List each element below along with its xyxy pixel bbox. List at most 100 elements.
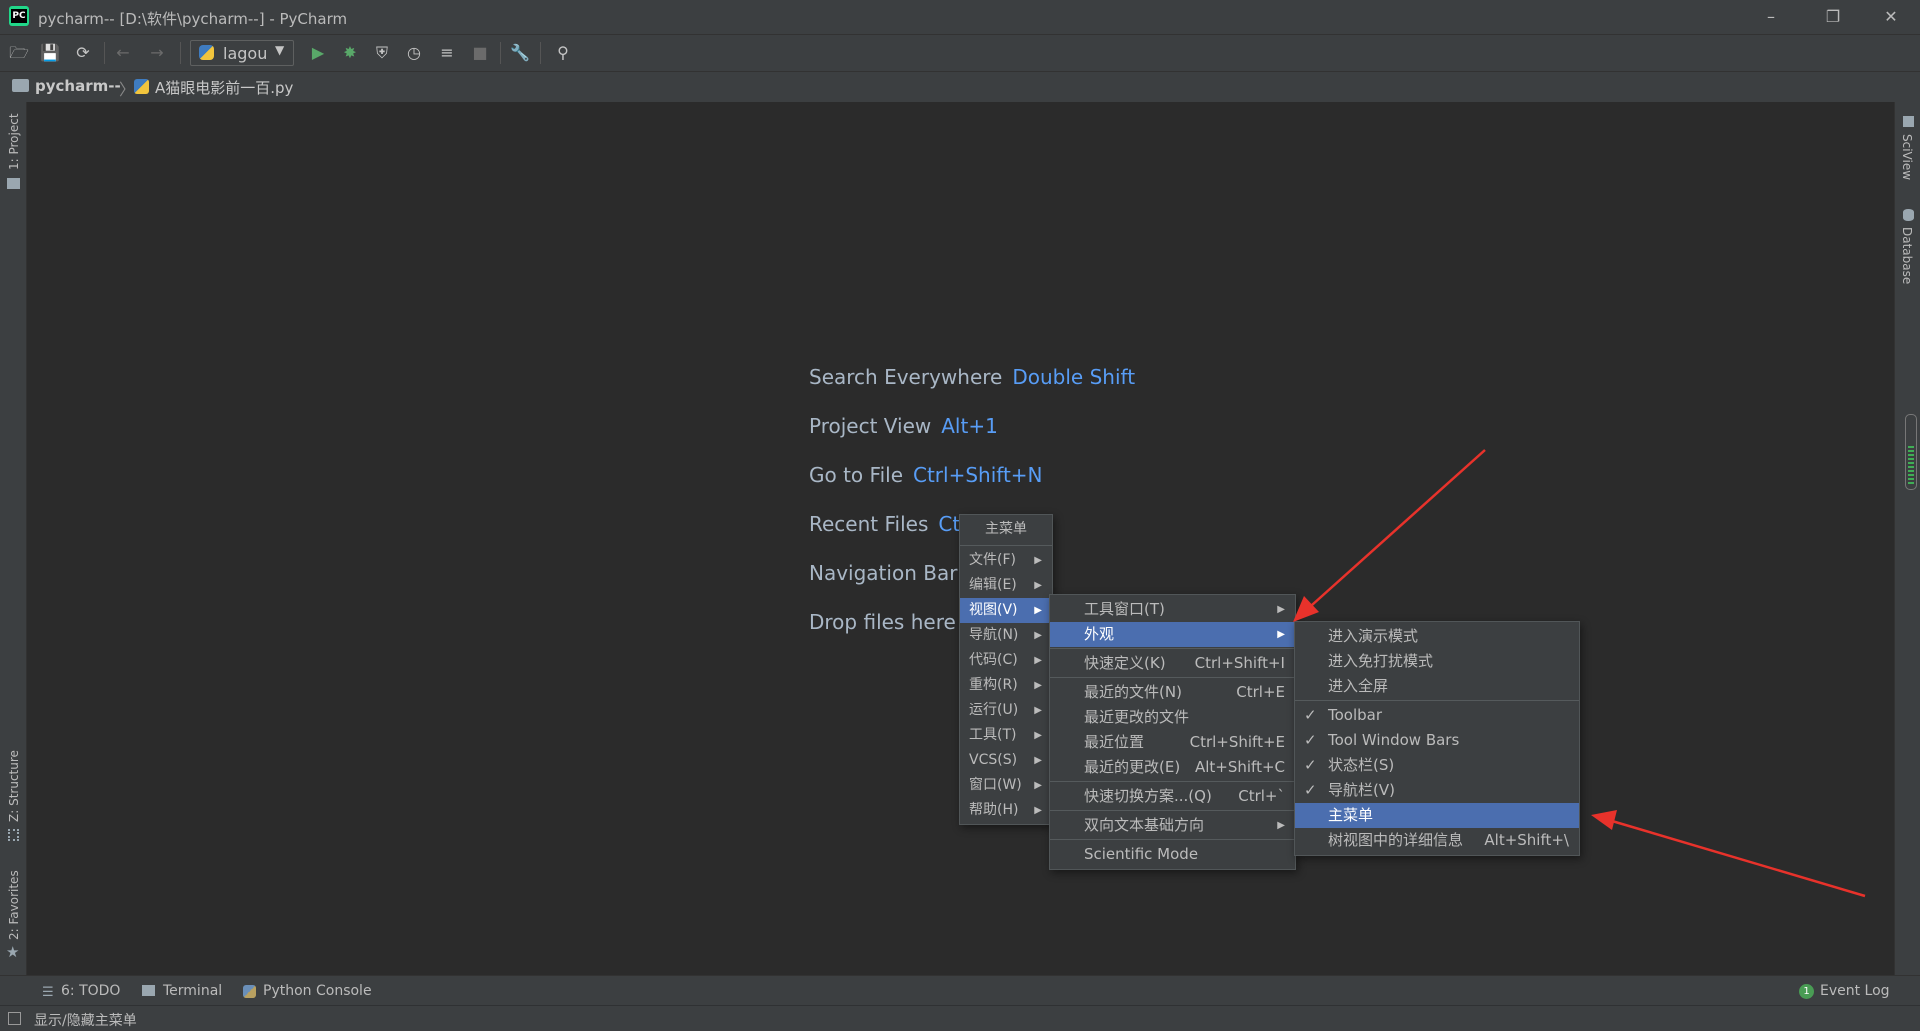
main-menu-item[interactable]: 导航(N) ▶ [960, 623, 1052, 648]
main-menu-item-label: 导航(N) [969, 627, 1019, 643]
main-menu-item[interactable]: 重构(R) ▶ [960, 673, 1052, 698]
chevron-right-icon: ▶ [1034, 805, 1042, 816]
terminal-tool-button[interactable]: Terminal [163, 983, 222, 999]
main-menu-item[interactable]: VCS(S) ▶ [960, 748, 1052, 773]
toggle-tool-windows-icon[interactable] [8, 1012, 21, 1025]
sync-icon[interactable]: ⟳ [73, 43, 93, 63]
python-console-tool-button[interactable]: Python Console [263, 983, 372, 999]
menu-item-tool-window-bars[interactable]: ✓ Tool Window Bars [1295, 728, 1579, 753]
menu-item-status-bar[interactable]: ✓ 状态栏(S) [1295, 753, 1579, 778]
menu-item-recent-files[interactable]: 最近的文件(N) Ctrl+E [1050, 680, 1295, 705]
checkmark-icon: ✓ [1304, 756, 1317, 774]
menu-item-main-menu[interactable]: 主菜单 [1295, 803, 1579, 828]
menu-item-bidi-direction[interactable]: 双向文本基础方向 ▶ [1050, 813, 1295, 838]
run-config-label: lagou [223, 44, 268, 63]
left-tool-stripe: 1: Project Z: Structure 2: Favorites ★ [0, 102, 27, 975]
main-menu-item[interactable]: 帮助(H) ▶ [960, 798, 1052, 823]
concurrency-icon[interactable]: ≡ [437, 43, 457, 63]
search-icon[interactable]: ⚲ [553, 43, 573, 63]
main-menu-item[interactable]: 代码(C) ▶ [960, 648, 1052, 673]
menu-item-scientific-mode[interactable]: Scientific Mode [1050, 842, 1295, 867]
chevron-right-icon: ▶ [1034, 580, 1042, 591]
menu-separator [1050, 781, 1295, 782]
menu-item-appearance[interactable]: 外观 ▶ [1050, 622, 1295, 647]
close-icon[interactable]: ✕ [1868, 0, 1914, 34]
bottom-tool-stripe: ☰ 6: TODO Terminal Python Console 1 Even… [0, 975, 1920, 1006]
navigation-bar: pycharm-- 〉 A猫眼电影前一百.py [0, 72, 1920, 103]
main-menu-item-label: 窗口(W) [969, 777, 1022, 793]
menu-item-tree-details[interactable]: 树视图中的详细信息 Alt+Shift+\ [1295, 828, 1579, 853]
menu-item-navigation-bar[interactable]: ✓ 导航栏(V) [1295, 778, 1579, 803]
project-folder-icon [7, 178, 20, 189]
sciview-tool-button[interactable]: SciView [1900, 134, 1914, 180]
main-menu-header: 主菜单 [985, 521, 1027, 537]
forward-icon[interactable]: → [147, 43, 167, 63]
chevron-right-icon: ▶ [1034, 730, 1042, 741]
todo-tool-button[interactable]: 6: TODO [61, 983, 120, 999]
main-menu-item[interactable]: 窗口(W) ▶ [960, 773, 1052, 798]
menu-item-quick-definition[interactable]: 快速定义(K) Ctrl+Shift+I [1050, 651, 1295, 676]
star-icon: ★ [6, 943, 20, 961]
main-menu-item[interactable]: 运行(U) ▶ [960, 698, 1052, 723]
back-icon[interactable]: ← [113, 43, 133, 63]
structure-tool-button[interactable]: Z: Structure [7, 750, 21, 822]
sciview-icon [1903, 116, 1914, 127]
coverage-icon[interactable]: ⛨ [372, 43, 392, 63]
editor-hint-shortcut: Ctrl+Shift+N [913, 463, 1043, 487]
event-log-tool-button[interactable]: Event Log [1820, 983, 1890, 999]
database-tool-button[interactable]: Database [1900, 227, 1914, 284]
checkmark-icon: ✓ [1304, 781, 1317, 799]
database-icon [1903, 209, 1914, 221]
menu-item-recently-changed[interactable]: 最近更改的文件 [1050, 705, 1295, 730]
breadcrumb-separator-icon: 〉 [119, 80, 136, 99]
open-folder-icon[interactable]: 🗁 [9, 43, 29, 63]
settings-wrench-icon[interactable]: 🔧 [510, 43, 530, 63]
main-toolbar: 🗁 💾 ⟳ ← → lagou ▼ ▶ ✸ ⛨ ◷ ≡ ■ 🔧 ⚲ [0, 35, 1920, 72]
project-tool-button[interactable]: 1: Project [7, 113, 21, 170]
editor-hint-label: Go to File [809, 463, 903, 487]
debug-icon[interactable]: ✸ [340, 43, 360, 63]
chevron-right-icon: ▶ [1034, 555, 1042, 566]
menu-item-fullscreen[interactable]: 进入全屏 [1295, 674, 1579, 699]
menu-item-recent-changes[interactable]: 最近的更改(E) Alt+Shift+C [1050, 755, 1295, 780]
chevron-right-icon: ▶ [1034, 680, 1042, 691]
editor-hint-label: Navigation Bar [809, 561, 958, 585]
todo-icon: ☰ [42, 985, 54, 1000]
favorites-tool-button[interactable]: 2: Favorites [7, 870, 21, 940]
main-menu-item[interactable]: 视图(V) ▶ [960, 598, 1052, 623]
minimize-icon[interactable]: – [1748, 0, 1794, 34]
status-bar: 显示/隐藏主菜单 [0, 1005, 1920, 1031]
run-config-select[interactable]: lagou ▼ [190, 40, 294, 66]
editor-hint-shortcut: Alt+1 [941, 414, 998, 438]
profile-icon[interactable]: ◷ [404, 43, 424, 63]
menu-item-toolbar[interactable]: ✓ Toolbar [1295, 703, 1579, 728]
main-menu-item-label: 运行(U) [969, 702, 1019, 718]
save-icon[interactable]: 💾 [40, 43, 60, 63]
stop-icon[interactable]: ■ [470, 43, 490, 63]
main-menu-item-label: 工具(T) [969, 727, 1017, 743]
chevron-right-icon: ▶ [1034, 705, 1042, 716]
breadcrumb-file[interactable]: A猫眼电影前一百.py [155, 77, 293, 98]
chevron-right-icon: ▶ [1034, 780, 1042, 791]
restore-icon[interactable]: ❐ [1810, 0, 1856, 34]
terminal-icon [142, 985, 155, 996]
main-menu-item[interactable]: 工具(T) ▶ [960, 723, 1052, 748]
main-menu-popup: 主菜单 文件(F) ▶ 编辑(E) ▶ 视图(V) ▶ 导航(N) ▶ 代码(C) ▶ 重构(R) ▶… [959, 514, 1053, 825]
menu-separator [1050, 648, 1295, 649]
menu-item-distraction-free[interactable]: 进入免打扰模式 [1295, 649, 1579, 674]
main-menu-item[interactable]: 编辑(E) ▶ [960, 573, 1052, 598]
menu-item-quick-switch[interactable]: 快速切换方案...(Q) Ctrl+` [1050, 784, 1295, 809]
menu-item-recent-locations[interactable]: 最近位置 Ctrl+Shift+E [1050, 730, 1295, 755]
menu-item-presentation-mode[interactable]: 进入演示模式 [1295, 624, 1579, 649]
pycharm-logo-icon [9, 6, 29, 26]
run-icon[interactable]: ▶ [308, 43, 328, 63]
chevron-right-icon: ▶ [1034, 605, 1042, 616]
chevron-right-icon: ▶ [1277, 820, 1285, 831]
main-menu-item-label: 视图(V) [969, 602, 1018, 618]
main-menu-item[interactable]: 文件(F) ▶ [960, 548, 1052, 573]
chevron-right-icon: ▶ [1034, 755, 1042, 766]
toolbar-divider [500, 42, 501, 64]
event-log-badge: 1 [1799, 984, 1814, 999]
breadcrumb-project[interactable]: pycharm-- [35, 77, 121, 95]
menu-item-tool-windows[interactable]: 工具窗口(T) ▶ [1050, 597, 1295, 622]
